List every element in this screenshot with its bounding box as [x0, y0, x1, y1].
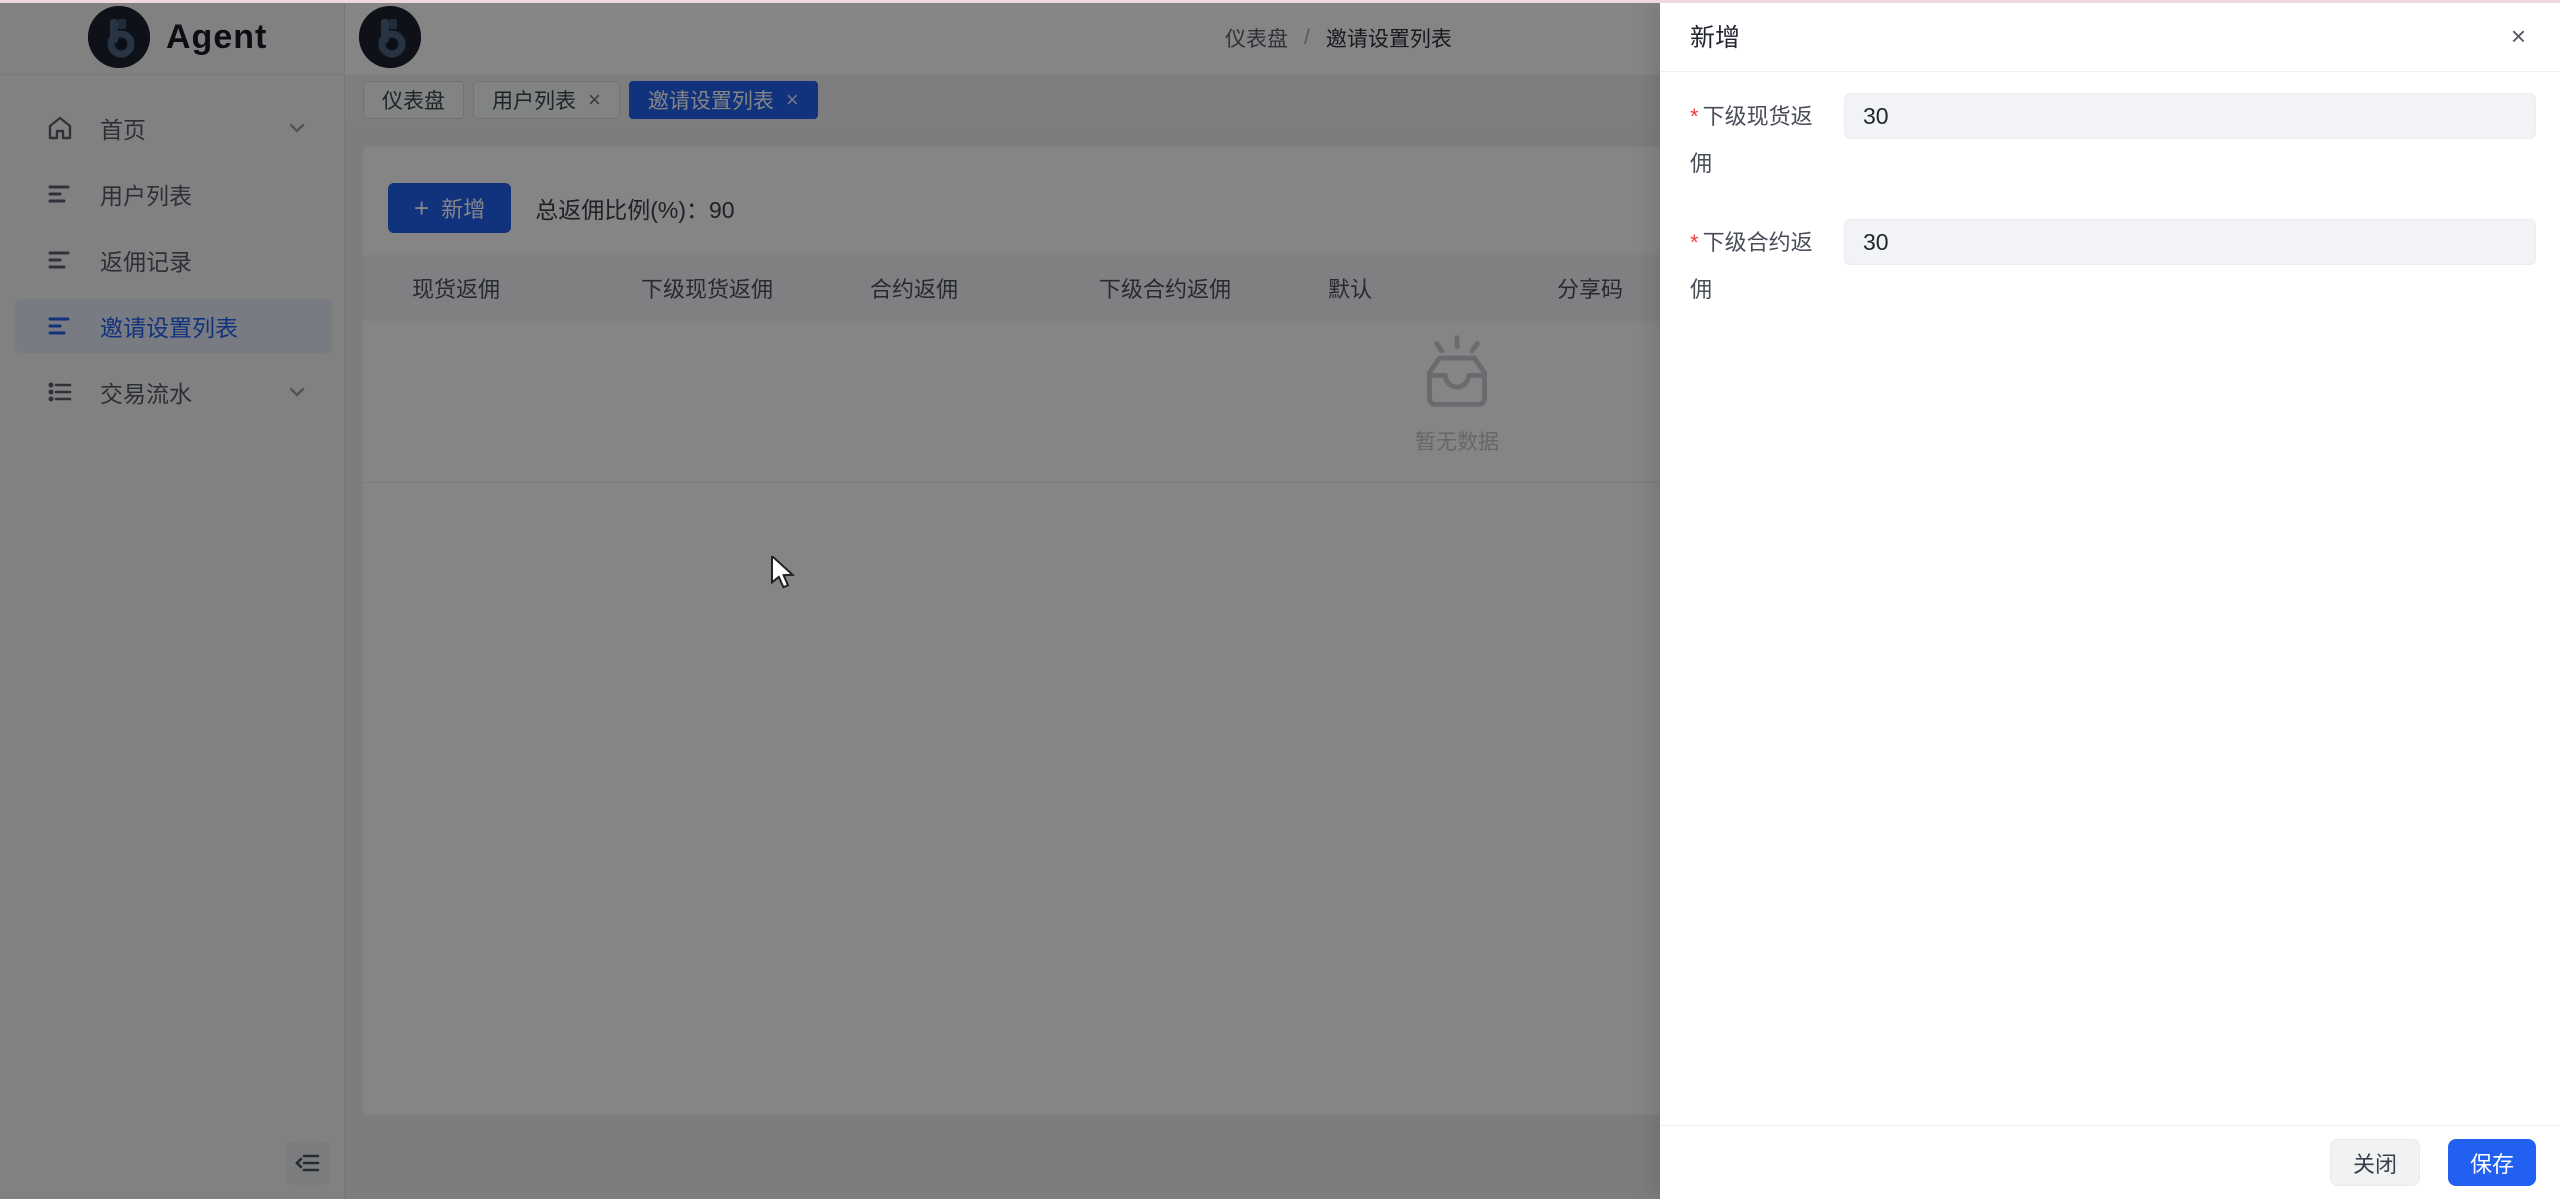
sub-contract-rebate-input[interactable] — [1844, 219, 2536, 265]
sub-spot-rebate-input[interactable] — [1844, 93, 2536, 139]
required-asterisk: * — [1690, 230, 1699, 255]
field-sub-spot-rebate: * 下级现货返佣 — [1690, 93, 2536, 219]
required-asterisk: * — [1690, 104, 1699, 129]
field-label: * 下级合约返佣 — [1690, 230, 1813, 302]
save-button[interactable]: 保存 — [2447, 1139, 2536, 1186]
close-button[interactable]: 关闭 — [2329, 1139, 2420, 1186]
close-icon[interactable]: × — [2507, 19, 2530, 53]
drawer-header: 新增 × — [1660, 0, 2560, 72]
drawer-title: 新增 — [1690, 23, 1741, 52]
mouse-cursor — [770, 553, 800, 595]
drawer-mask-overlay[interactable] — [0, 0, 1660, 1199]
add-drawer: 新增 × *下级现货返佣 *下级合约返佣 关闭 保存 — [1660, 0, 2560, 1199]
window-top-edge — [0, 0, 2560, 3]
drawer-footer: 关闭 保存 — [1660, 1125, 2560, 1199]
field-label: * 下级现货返佣 — [1690, 104, 1813, 176]
field-sub-contract-rebate: * 下级合约返佣 — [1690, 219, 2536, 345]
drawer-form: *下级现货返佣 *下级合约返佣 — [1660, 72, 2560, 345]
